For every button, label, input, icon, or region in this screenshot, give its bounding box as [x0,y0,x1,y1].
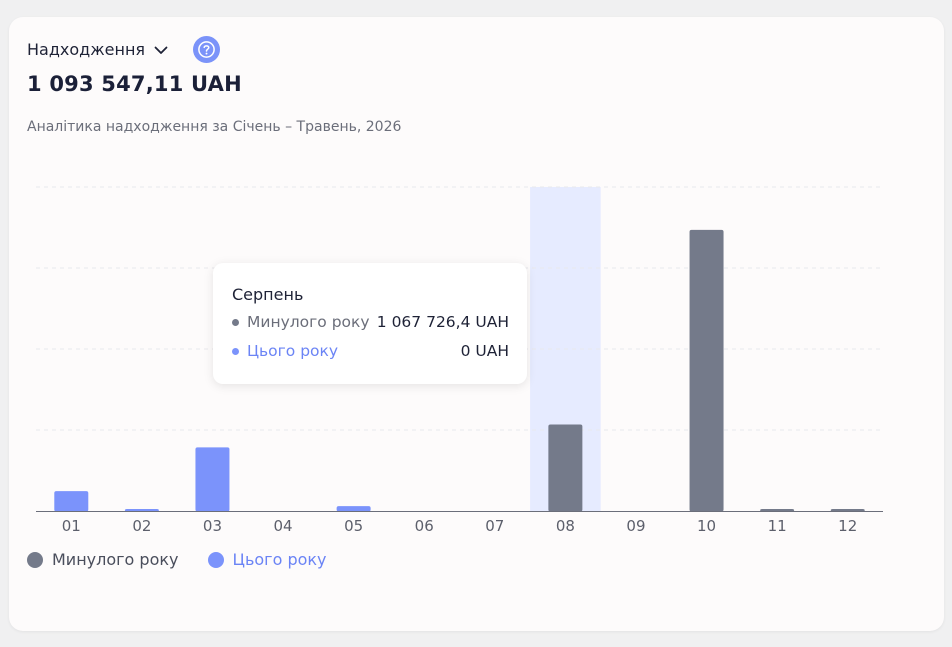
x-tick-label: 11 [768,517,787,535]
legend-item-this-year[interactable]: Цього року [207,550,327,569]
tooltip-title: Серпень [232,285,304,304]
x-tick-label: 08 [556,517,575,535]
legend-label: Цього року [232,550,327,569]
x-tick-label: 05 [344,517,363,535]
tooltip-label: Цього року [247,342,339,360]
tooltip-row-last-year: Минулого року 1 067 726,4 UAH [232,313,509,331]
x-tick-label: 02 [132,517,151,535]
bar-this-year-03 [195,447,230,512]
x-tick-label: 01 [62,517,81,535]
tooltip-dot-last-year [232,318,239,326]
chart-tooltip: Серпень Минулого року 1 067 726,4 UAH Ць… [213,263,527,384]
tooltip-value: 1 067 726,4 UAH [376,313,509,331]
legend-dot-this-year [207,551,224,568]
legend-item-last-year[interactable]: Минулого року [27,550,179,569]
legend-dot-last-year [27,551,43,568]
x-tick-label: 12 [838,517,857,535]
bar-last-year-10 [689,229,724,512]
bar-last-year-08 [548,424,583,512]
x-tick-label: 04 [273,517,292,535]
x-tick-label: 10 [697,517,716,535]
bar-this-year-01 [54,491,89,512]
x-tick-label: 03 [203,517,222,535]
x-tick-label: 06 [415,517,434,535]
tooltip-row-this-year: Цього року 0 UAH [232,342,509,360]
tooltip-dot-this-year [232,347,239,355]
legend-label: Минулого року [52,550,179,569]
x-tick-label: 09 [626,517,645,535]
chart-legend: Минулого року Цього року [27,550,356,569]
tooltip-label: Минулого року [247,313,370,331]
tooltip-value: 0 UAH [460,342,509,360]
x-tick-label: 07 [485,517,504,535]
bar-this-year-05 [336,506,371,512]
